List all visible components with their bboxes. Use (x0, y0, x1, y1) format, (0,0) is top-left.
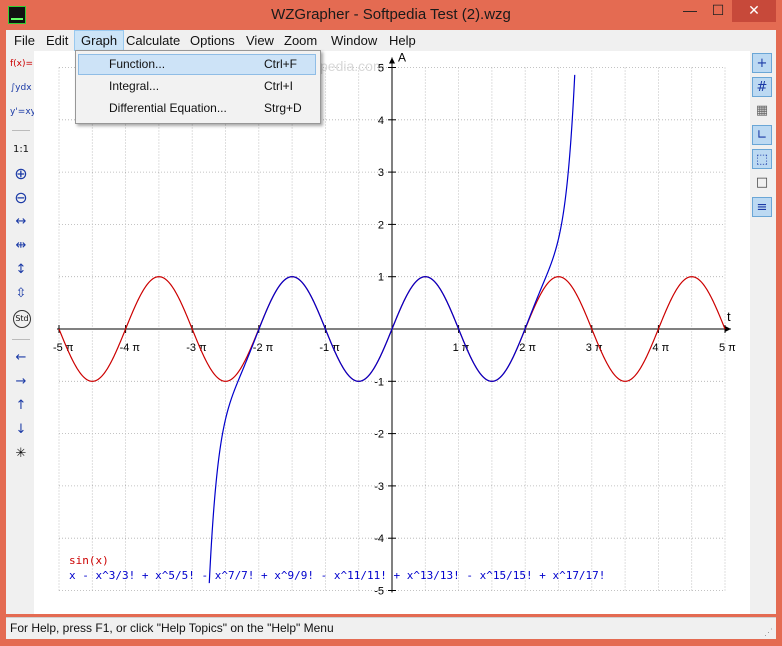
close-button[interactable]: ✕ (732, 0, 776, 22)
legend-toggle-icon[interactable]: ≡ (752, 197, 772, 217)
x-tick-label: 1 π (453, 342, 470, 354)
pan-down-icon[interactable]: ↓ (10, 419, 32, 441)
y-tick-label: 4 (378, 115, 384, 127)
right-toolbar: + # ▦ ∟ ⬚ □ ≡ (750, 51, 776, 614)
x-tick-label: -1 π (319, 342, 340, 354)
axes-toggle-icon[interactable]: + (752, 53, 772, 73)
menu-item-shortcut: Strg+D (264, 101, 302, 115)
menu-item-label: Differential Equation... (109, 101, 227, 115)
toolbar-separator (12, 339, 30, 340)
y-tick-label: 1 (378, 272, 384, 284)
menu-bar: File Edit Graph Calculate Options View Z… (6, 30, 776, 51)
menu-zoom[interactable]: Zoom (278, 30, 323, 51)
menu-window[interactable]: Window (325, 30, 383, 51)
y-axis-arrow (389, 57, 395, 64)
menu-item-integral[interactable]: Integral... Ctrl+I (78, 76, 316, 97)
zoom-out-icon[interactable]: ⊖ (10, 187, 32, 209)
x-tick-label: 2 π (519, 342, 536, 354)
x-tick-label: 4 π (652, 342, 669, 354)
menu-item-shortcut: Ctrl+I (264, 79, 294, 93)
shrink-x-icon[interactable]: ⇹ (10, 235, 32, 257)
border-icon[interactable]: □ (752, 173, 772, 193)
graph-tick-labels: -5 π -4 π -3 π -2 π -1 π 1 π 2 π 3 π 4 π 5 π 5 4 3 2 1… (53, 63, 736, 598)
app-window: WZGrapher - Softpedia Test (2).wzg — ☐ ✕… (0, 0, 782, 646)
maximize-button[interactable]: ☐ (704, 0, 732, 22)
x-tick-label: 3 π (586, 342, 603, 354)
y-tick-label: -1 (374, 376, 384, 388)
center-icon[interactable]: ✳ (10, 443, 32, 465)
pan-right-icon[interactable]: → (10, 371, 32, 393)
y-tick-label: 3 (378, 167, 384, 179)
x-axis-arrow (725, 326, 731, 332)
graph-dropdown-menu: Function... Ctrl+F Integral... Ctrl+I Di… (75, 50, 321, 124)
stretch-x-icon[interactable]: ↔ (10, 211, 32, 233)
graph-canvas[interactable]: www.softpedia.com -5 π -4 π -3 π -2 π -1 π1 … (34, 51, 750, 614)
x-tick-label: -2 π (253, 342, 274, 354)
y-tick-label: 2 (378, 219, 384, 231)
standard-zoom-icon[interactable]: Std (13, 310, 31, 328)
minimize-button[interactable]: — (676, 0, 704, 22)
menu-item-differential-equation[interactable]: Differential Equation... Strg+D (78, 98, 316, 119)
x-tick-label: -3 π (186, 342, 207, 354)
title-bar[interactable]: WZGrapher - Softpedia Test (2).wzg — ☐ ✕ (0, 0, 782, 30)
menu-edit[interactable]: Edit (40, 30, 74, 51)
menu-item-shortcut: Ctrl+F (264, 57, 297, 71)
pan-left-icon[interactable]: ← (10, 347, 32, 369)
menu-options[interactable]: Options (184, 30, 241, 51)
dotted-frame-icon[interactable]: ⬚ (752, 149, 772, 169)
y-tick-label: -4 (374, 533, 384, 545)
fine-grid-icon[interactable]: ▦ (752, 101, 772, 121)
y-tick-label: -2 (374, 429, 384, 441)
legend-sin: sin(x) (69, 554, 109, 567)
menu-graph[interactable]: Graph (74, 30, 125, 51)
grid-toggle-icon[interactable]: # (752, 77, 772, 97)
menu-item-function[interactable]: Function... Ctrl+F (78, 54, 316, 75)
zoom-1-1-icon[interactable]: 1:1 (10, 139, 32, 161)
legend-series: x - x^3/3! + x^5/5! - x^7/7! + x^9/9! - … (69, 569, 606, 582)
integral-tool-icon[interactable]: ∫ydx (10, 77, 32, 99)
x-tick-label: -5 π (53, 342, 74, 354)
function-tool-icon[interactable]: f(x)= (10, 53, 33, 75)
resize-grip-icon[interactable]: ⋰ (764, 627, 774, 637)
y-axis-label: A (398, 51, 406, 65)
stretch-y-icon[interactable]: ↕ (10, 259, 32, 281)
toolbar-separator (12, 130, 30, 131)
menu-item-label: Integral... (109, 79, 160, 93)
x-axis-label: t (727, 309, 731, 324)
frame-axes-icon[interactable]: ∟ (752, 125, 772, 145)
status-text: For Help, press F1, or click "Help Topic… (10, 621, 334, 635)
menu-view[interactable]: View (240, 30, 280, 51)
x-tick-label: 5 π (719, 342, 736, 354)
y-tick-label: 5 (378, 63, 384, 75)
zoom-in-icon[interactable]: ⊕ (10, 163, 32, 185)
menu-help[interactable]: Help (383, 30, 422, 51)
y-tick-label: -3 (374, 481, 384, 493)
status-bar: For Help, press F1, or click "Help Topic… (6, 617, 776, 639)
menu-item-label: Function... (109, 57, 166, 71)
menu-file[interactable]: File (8, 30, 41, 51)
left-toolbar: f(x)= ∫ydx y'=xy 1:1 ⊕ ⊖ ↔ ⇹ ↕ ⇳ Std ← →… (6, 51, 36, 614)
window-title: WZGrapher - Softpedia Test (2).wzg (271, 6, 511, 23)
y-tick-label: -5 (374, 586, 384, 598)
differential-tool-icon[interactable]: y'=xy (10, 101, 36, 123)
pan-up-icon[interactable]: ↑ (10, 395, 32, 417)
shrink-y-icon[interactable]: ⇳ (10, 283, 32, 305)
menu-calculate[interactable]: Calculate (120, 30, 186, 51)
graph-plot[interactable]: www.softpedia.com -5 π -4 π -3 π -2 π -1 π1 … (34, 51, 750, 614)
x-tick-label: -4 π (120, 342, 141, 354)
